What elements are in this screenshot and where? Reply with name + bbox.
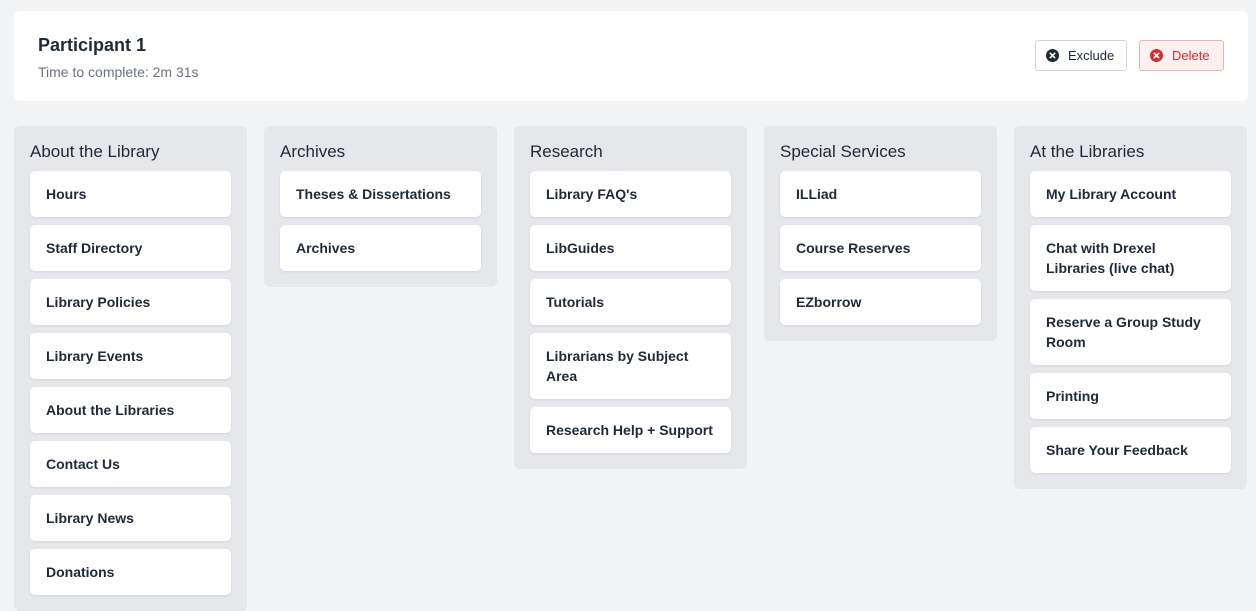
delete-button[interactable]: Delete	[1139, 40, 1224, 71]
card-list: Library FAQ's LibGuides Tutorials Librar…	[530, 171, 731, 453]
category-special-services: Special Services ILLiad Course Reserves …	[764, 126, 997, 341]
card[interactable]: Librarians by Subject Area	[530, 333, 731, 399]
card[interactable]: Library Events	[30, 333, 231, 379]
card-list: Hours Staff Directory Library Policies L…	[30, 171, 231, 595]
card-list: My Library Account Chat with Drexel Libr…	[1030, 171, 1231, 473]
exclude-label: Exclude	[1068, 48, 1115, 63]
card[interactable]: Archives	[280, 225, 481, 271]
time-to-complete: Time to complete: 2m 31s	[38, 64, 199, 80]
card[interactable]: Course Reserves	[780, 225, 981, 271]
card[interactable]: Share Your Feedback	[1030, 427, 1231, 473]
card[interactable]: Library News	[30, 495, 231, 541]
x-circle-icon	[1046, 49, 1059, 62]
category-title: About the Library	[30, 142, 160, 161]
card[interactable]: Theses & Dissertations	[280, 171, 481, 217]
card[interactable]: Printing	[1030, 373, 1231, 419]
participant-name: Participant 1	[38, 35, 147, 55]
card[interactable]: About the Libraries	[30, 387, 231, 433]
category-title: Research	[530, 142, 603, 161]
delete-label: Delete	[1172, 48, 1210, 63]
participant-header: Participant 1 Time to complete: 2m 31s E…	[14, 11, 1248, 101]
card[interactable]: Tutorials	[530, 279, 731, 325]
card-list: ILLiad Course Reserves EZborrow	[780, 171, 981, 325]
card[interactable]: Reserve a Group Study Room	[1030, 299, 1231, 365]
card[interactable]: EZborrow	[780, 279, 981, 325]
card[interactable]: Donations	[30, 549, 231, 595]
category-title: Special Services	[780, 142, 906, 161]
category-title: At the Libraries	[1030, 142, 1145, 161]
category-about-the-library: About the Library Hours Staff Directory …	[14, 126, 247, 611]
card[interactable]: Contact Us	[30, 441, 231, 487]
card[interactable]: LibGuides	[530, 225, 731, 271]
card[interactable]: My Library Account	[1030, 171, 1231, 217]
card[interactable]: Research Help + Support	[530, 407, 731, 453]
card[interactable]: Chat with Drexel Libraries (live chat)	[1030, 225, 1231, 291]
x-circle-icon	[1150, 49, 1163, 62]
card[interactable]: Library Policies	[30, 279, 231, 325]
category-at-the-libraries: At the Libraries My Library Account Chat…	[1014, 126, 1247, 489]
card[interactable]: ILLiad	[780, 171, 981, 217]
category-title: Archives	[280, 142, 346, 161]
card[interactable]: Library FAQ's	[530, 171, 731, 217]
card[interactable]: Staff Directory	[30, 225, 231, 271]
exclude-button[interactable]: Exclude	[1035, 40, 1127, 71]
category-research: Research Library FAQ's LibGuides Tutoria…	[514, 126, 747, 469]
card-list: Theses & Dissertations Archives	[280, 171, 481, 271]
category-archives: Archives Theses & Dissertations Archives	[264, 126, 497, 287]
card[interactable]: Hours	[30, 171, 231, 217]
